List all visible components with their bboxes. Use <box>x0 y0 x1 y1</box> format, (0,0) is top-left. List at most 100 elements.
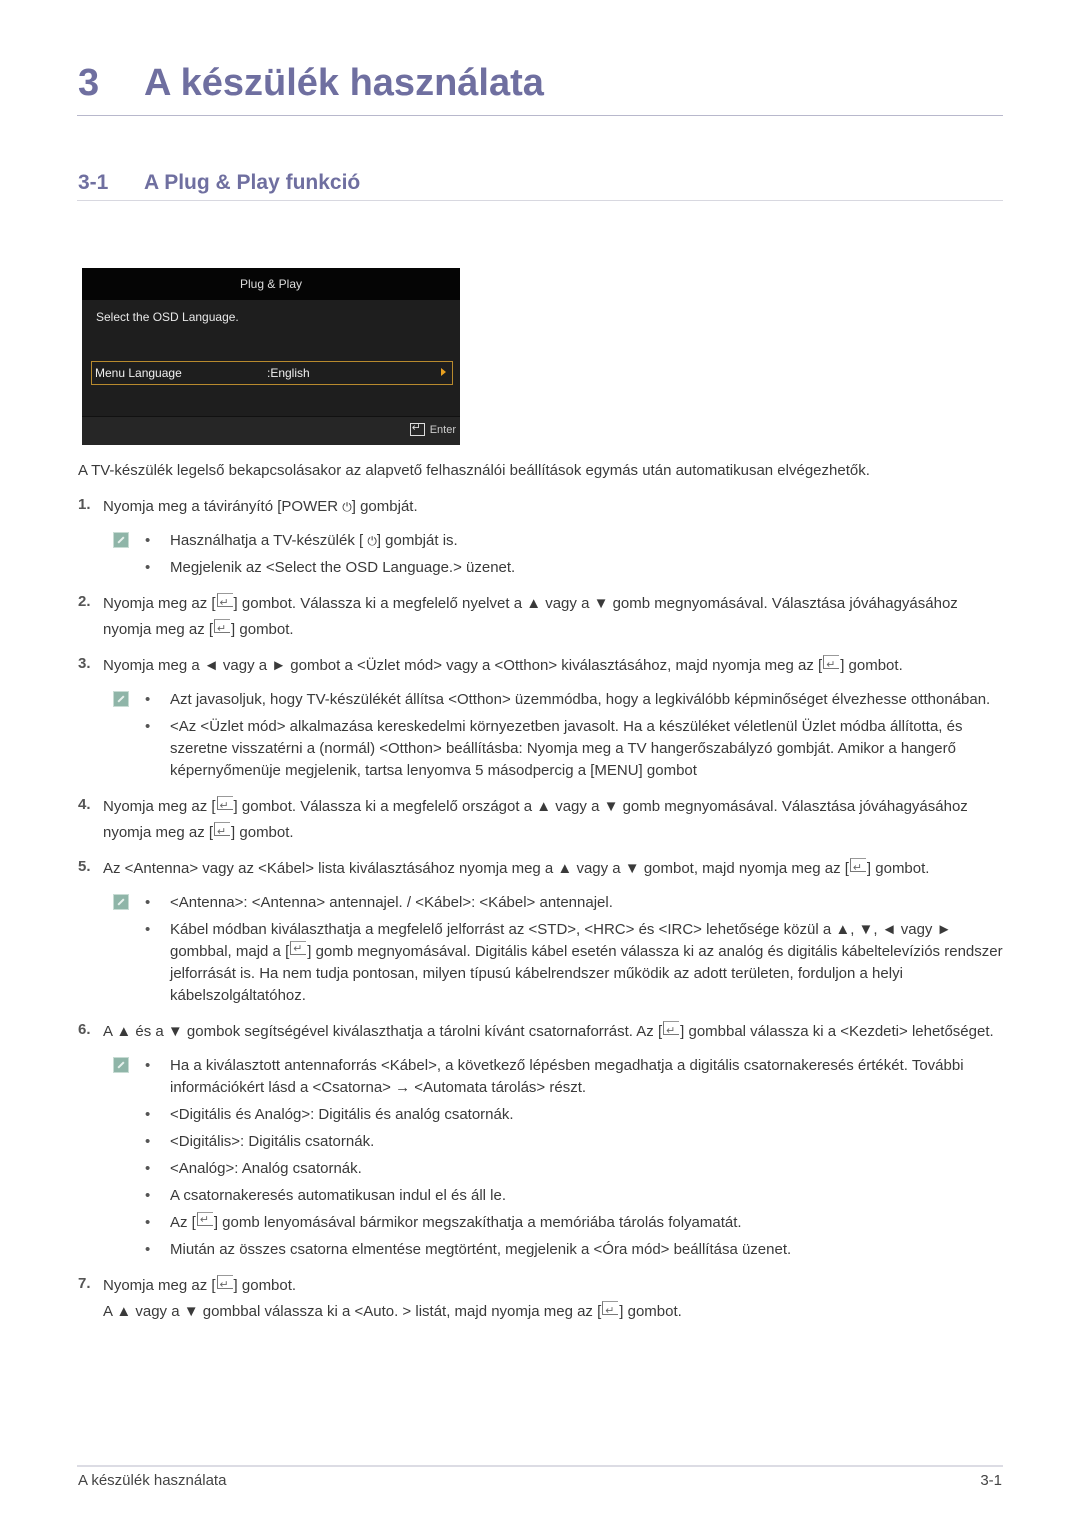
text-segment: A ▲ és a ▼ gombok segítségével kiválaszt… <box>103 1023 663 1040</box>
step-item: 1. Nyomja meg a távirányító [POWER ⏻] gom… <box>78 494 1008 520</box>
steps-list: 1. Nyomja meg a távirányító [POWER ⏻] gom… <box>78 494 1008 1325</box>
step-text: Nyomja meg az [ ] gombot. <box>103 1272 1008 1299</box>
text-segment: Nyomja meg az [ <box>103 1277 216 1294</box>
step-number: 2. <box>78 593 91 610</box>
step-number: 5. <box>78 858 91 875</box>
power-icon: ⏻ <box>367 534 377 548</box>
note-block: Használhatja a TV-készülék [ ⏻] gombját … <box>78 530 1008 579</box>
footer-page-number: 3-1 <box>980 1472 1002 1489</box>
text-segment: Nyomja meg a távirányító [POWER <box>103 498 343 515</box>
chapter-divider <box>77 115 1003 116</box>
text-segment: Az [ <box>170 1214 196 1231</box>
note-item: <Antenna>: <Antenna> antennajel. / <Kábe… <box>145 892 1008 914</box>
osd-menu-language-row: Menu Language :English <box>91 361 453 385</box>
note-pencil-icon <box>113 894 129 910</box>
step-number: 3. <box>78 655 91 672</box>
step-text: Nyomja meg a távirányító [POWER ⏻] gombj… <box>103 494 1008 520</box>
step-item: 7. Nyomja meg az [ ] gombot. A ▲ vagy a ▼ g… <box>78 1272 1008 1325</box>
note-item: <Digitális>: Digitális csatornák. <box>145 1131 1008 1153</box>
osd-message: Select the OSD Language. <box>96 310 239 324</box>
text-segment: A csatornakeresés automatikusan indul el… <box>170 1187 507 1204</box>
footer-divider <box>77 1465 1003 1467</box>
step-text: Nyomja meg a ◄ vagy a ► gombot a <Üzlet … <box>103 652 1008 679</box>
enter-icon <box>823 652 840 678</box>
osd-footer: Enter <box>82 416 460 445</box>
note-list: Használhatja a TV-készülék [ ⏻] gombját … <box>145 530 1008 579</box>
note-pencil-icon <box>113 1057 129 1073</box>
step-text: Az <Antenna> vagy az <Kábel> lista kivál… <box>103 855 1008 882</box>
text-segment: <Antenna>: <Antenna> antennajel. / <Kábe… <box>170 894 613 911</box>
note-item: A csatornakeresés automatikusan indul el… <box>145 1185 1008 1207</box>
enter-icon <box>216 793 233 819</box>
note-list: Ha a kiválasztott antennaforrás <Kábel>,… <box>145 1055 1008 1261</box>
text-segment: ] gombot. <box>233 1277 297 1294</box>
document-body: A TV-készülék legelső bekapcsolásakor az… <box>78 460 1008 1335</box>
step-text: A ▲ és a ▼ gombok segítségével kiválaszt… <box>103 1018 1008 1045</box>
section-divider <box>77 200 1003 201</box>
step-number: 4. <box>78 796 91 813</box>
note-item: <Digitális és Analóg>: Digitális és anal… <box>145 1104 1008 1126</box>
enter-icon <box>216 1272 233 1298</box>
text-segment: Használhatja a TV-készülék [ <box>170 532 368 549</box>
step-item: 2.Nyomja meg az [] gombot. Válassza ki a… <box>78 590 1008 643</box>
note-item: <Az <Üzlet mód> alkalmazása kereskedelmi… <box>145 716 1008 782</box>
text-segment: Az <Antenna> vagy az <Kábel> lista kivál… <box>103 860 849 877</box>
text-segment: <Az <Üzlet mód> alkalmazása kereskedelmi… <box>170 718 963 779</box>
text-segment: Megjelenik az <Select the OSD Language.>… <box>170 559 516 576</box>
note-item: <Analóg>: Analóg csatornák. <box>145 1158 1008 1180</box>
note-item: Az [] gomb lenyomásával bármikor megszak… <box>145 1209 1008 1234</box>
power-icon: ⏻ <box>342 500 352 514</box>
text-segment: <Analóg>: Analóg csatornák. <box>170 1160 362 1177</box>
text-segment: ] gombot. <box>619 1303 682 1320</box>
step-item: 3. Nyomja meg a ◄ vagy a ► gombot a <Üzle… <box>78 652 1008 679</box>
text-segment: ] gombot. <box>231 824 294 841</box>
text-segment: <Digitális>: Digitális csatornák. <box>170 1133 375 1150</box>
step-extra-text: A ▲ vagy a ▼ gombbal válassza ki a <Auto… <box>103 1298 1008 1325</box>
note-pencil-icon <box>113 532 129 548</box>
osd-enter-hint: Enter <box>409 421 456 436</box>
text-segment: Nyomja meg az [ <box>103 595 216 612</box>
enter-icon <box>290 938 307 960</box>
step-number: 1. <box>78 496 91 513</box>
enter-icon <box>849 855 866 881</box>
enter-icon <box>409 421 425 436</box>
text-segment: ] gombot. <box>231 621 294 638</box>
note-pencil-icon <box>113 691 129 707</box>
section-number: 3-1 <box>78 171 109 194</box>
text-segment: Miután az összes csatorna elmentése megt… <box>170 1241 792 1258</box>
note-item: Miután az összes csatorna elmentése megt… <box>145 1239 1008 1261</box>
text-segment: ] gombját is. <box>376 532 458 549</box>
text-segment: ] gombját. <box>351 498 418 515</box>
text-segment: Nyomja meg az [ <box>103 798 216 815</box>
chevron-right-icon <box>441 368 446 376</box>
note-block: Azt javasoljuk, hogy TV-készülékét állít… <box>78 689 1008 782</box>
note-item: Kábel módban kiválaszthatja a megfelelő … <box>145 919 1008 1007</box>
step-number: 7. <box>78 1275 91 1292</box>
text-segment: Azt javasoljuk, hogy TV-készülékét állít… <box>170 691 991 708</box>
step-text: Nyomja meg az [] gombot. Válassza ki a m… <box>103 793 1008 846</box>
text-segment: A ▲ vagy a ▼ gombbal válassza ki a <Auto… <box>103 1303 602 1320</box>
step-item: 6. A ▲ és a ▼ gombok segítségével kiválas… <box>78 1018 1008 1045</box>
note-item: Használhatja a TV-készülék [ ⏻] gombját … <box>145 530 1008 552</box>
enter-icon <box>216 590 233 616</box>
enter-icon <box>663 1018 680 1044</box>
chapter-number: 3 <box>78 62 100 104</box>
osd-screenshot: Plug & Play Select the OSD Language. Men… <box>82 268 460 445</box>
step-item: 5. Az <Antenna> vagy az <Kábel> lista kiv… <box>78 855 1008 882</box>
osd-row-label: Menu Language <box>95 366 182 380</box>
intro-paragraph: A TV-készülék legelső bekapcsolásakor az… <box>78 462 870 479</box>
step-number: 6. <box>78 1021 91 1038</box>
osd-row-value: :English <box>267 366 310 380</box>
step-text: Nyomja meg az [] gombot. Válassza ki a m… <box>103 590 1008 643</box>
chapter-title: 3 A készülék használata <box>78 62 544 105</box>
note-list: Azt javasoljuk, hogy TV-készülékét állít… <box>145 689 1008 782</box>
note-list: <Antenna>: <Antenna> antennajel. / <Kábe… <box>145 892 1008 1007</box>
text-segment: Ha a kiválasztott antennaforrás <Kábel>,… <box>170 1057 964 1096</box>
osd-header: Plug & Play <box>82 268 460 300</box>
note-block: Ha a kiválasztott antennaforrás <Kábel>,… <box>78 1055 1008 1261</box>
chapter-title-text: A készülék használata <box>144 62 544 104</box>
text-segment: ] gombot. <box>866 860 930 877</box>
footer-chapter-title: A készülék használata <box>78 1472 227 1489</box>
enter-icon <box>196 1209 213 1231</box>
text-segment: <Digitális és Analóg>: Digitális és anal… <box>170 1106 514 1123</box>
